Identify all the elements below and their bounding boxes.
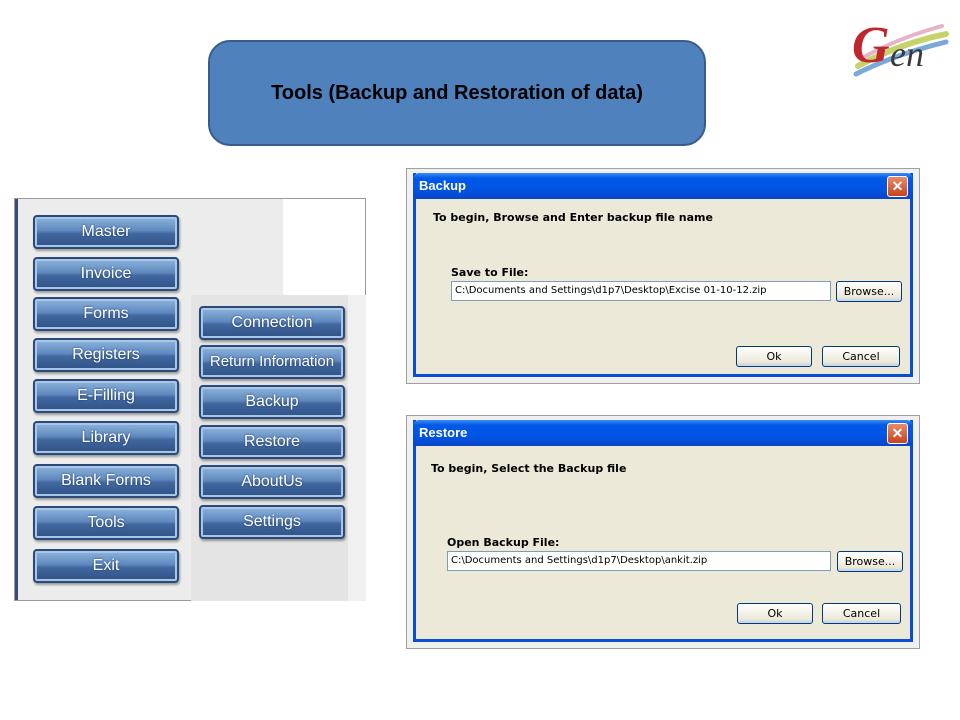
submenu-button-settings[interactable]: Settings (199, 505, 345, 539)
panel-background-area (283, 199, 365, 295)
menu-button-blank-forms[interactable]: Blank Forms (33, 464, 179, 498)
logo-en-letters: en (890, 34, 924, 74)
restore-browse-button[interactable]: Browse... (837, 551, 903, 572)
restore-instruction: To begin, Select the Backup file (431, 462, 627, 475)
backup-dialog-screenshot: Backup ✕ To begin, Browse and Enter back… (406, 168, 920, 384)
restore-dialog-titlebar: Restore ✕ (413, 420, 913, 446)
open-backup-file-input[interactable]: C:\Documents and Settings\d1p7\Desktop\a… (447, 551, 831, 571)
backup-dialog-titlebar: Backup ✕ (413, 173, 913, 199)
logo-g-letter: G (852, 17, 890, 74)
submenu-edge (348, 295, 366, 601)
backup-cancel-button[interactable]: Cancel (822, 346, 900, 367)
submenu-button-restore[interactable]: Restore (199, 425, 345, 459)
panel-left-border (15, 199, 18, 600)
gen-logo: G en (852, 17, 949, 77)
slide-title: Tools (Backup and Restoration of data) (271, 81, 643, 104)
save-to-file-label: Save to File: (451, 266, 529, 279)
backup-dialog: Backup ✕ To begin, Browse and Enter back… (413, 173, 913, 377)
restore-ok-button[interactable]: Ok (737, 603, 813, 624)
submenu-button-connection[interactable]: Connection (199, 306, 345, 340)
close-icon[interactable]: ✕ (887, 423, 908, 444)
backup-ok-button[interactable]: Ok (736, 346, 812, 367)
slide-title-banner: Tools (Backup and Restoration of data) (208, 40, 706, 146)
open-backup-file-label: Open Backup File: (447, 536, 560, 549)
restore-dialog-screenshot: Restore ✕ To begin, Select the Backup fi… (406, 415, 920, 649)
menu-button-exit[interactable]: Exit (33, 549, 179, 583)
application-menu-screenshot: Master Invoice Forms Registers E-Filling… (14, 198, 366, 601)
submenu-button-backup[interactable]: Backup (199, 385, 345, 419)
backup-dialog-title: Backup (419, 178, 466, 193)
menu-button-forms[interactable]: Forms (33, 297, 179, 331)
restore-dialog: Restore ✕ To begin, Select the Backup fi… (413, 420, 913, 642)
menu-button-e-filling[interactable]: E-Filling (33, 379, 179, 413)
menu-button-master[interactable]: Master (33, 215, 179, 249)
menu-button-tools[interactable]: Tools (33, 506, 179, 540)
backup-browse-button[interactable]: Browse... (836, 281, 902, 302)
menu-button-library[interactable]: Library (33, 421, 179, 455)
backup-instruction: To begin, Browse and Enter backup file n… (433, 211, 713, 224)
submenu-button-aboutus[interactable]: AboutUs (199, 465, 345, 499)
save-to-file-input[interactable]: C:\Documents and Settings\d1p7\Desktop\E… (451, 281, 831, 301)
menu-button-invoice[interactable]: Invoice (33, 257, 179, 291)
submenu-button-return-information[interactable]: Return Information (199, 345, 345, 379)
restore-dialog-title: Restore (419, 425, 468, 440)
restore-cancel-button[interactable]: Cancel (822, 603, 901, 624)
menu-button-registers[interactable]: Registers (33, 338, 179, 372)
close-icon[interactable]: ✕ (887, 176, 908, 197)
